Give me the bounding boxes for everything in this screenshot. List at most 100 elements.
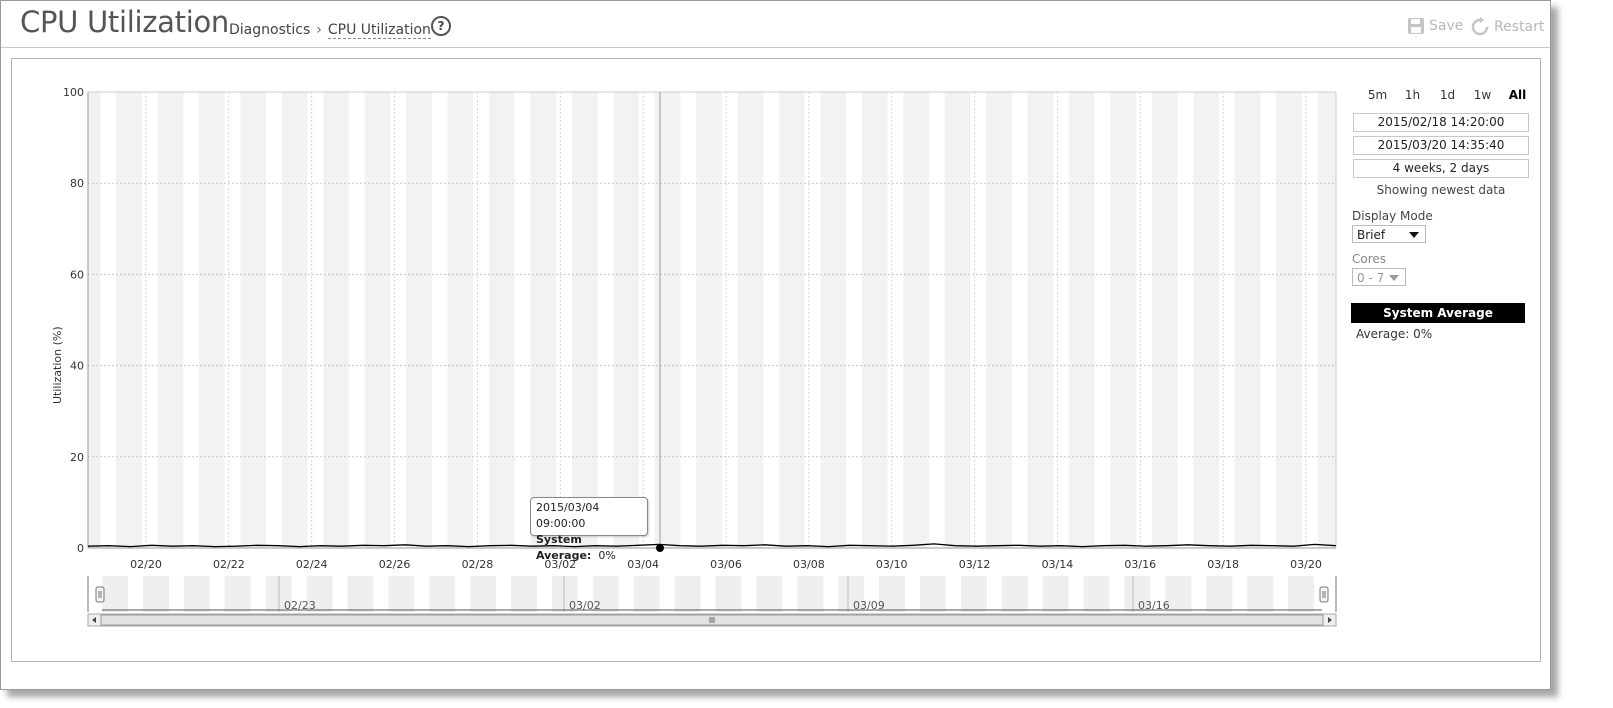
display-mode-value: Brief — [1357, 228, 1386, 242]
help-circle-icon[interactable]: ? — [431, 16, 451, 36]
restart-label: Restart — [1494, 19, 1545, 35]
navigator-day-band — [347, 576, 374, 612]
navigator-day-band — [429, 576, 456, 612]
day-band — [199, 92, 225, 548]
day-band — [820, 92, 847, 548]
navigator-day-band — [224, 576, 251, 612]
chart-panel: 0 20 40 60 80 100 02/20 02/22 02/24 02/26 02/28 03/… — [11, 58, 1541, 662]
showing-status: Showing newest data — [1376, 183, 1506, 197]
y-axis-label: Utilization (%) — [51, 326, 64, 404]
range-all[interactable]: All — [1500, 88, 1535, 102]
x-tick-label: 03/08 — [793, 558, 825, 571]
day-band — [1276, 92, 1302, 548]
day-band — [944, 92, 971, 548]
day-band — [88, 92, 101, 548]
highlight-point — [656, 544, 664, 552]
day-band — [1110, 92, 1137, 548]
breadcrumb: Diagnostics › CPU Utilization — [229, 22, 431, 39]
navigator-day-band — [1247, 576, 1274, 612]
day-band — [1234, 92, 1261, 548]
navigator-day-band — [633, 576, 660, 612]
day-band — [364, 92, 391, 548]
end-date-field[interactable]: 2015/03/20 14:35:40 — [1353, 136, 1529, 155]
x-tick-label: 03/12 — [959, 558, 991, 571]
navigator-day-band — [920, 576, 946, 612]
cpu-utilization-chart[interactable]: 0 20 40 60 80 100 02/20 02/22 02/24 02/26 02/28 03/… — [12, 59, 1352, 659]
navigator-day-band — [756, 576, 783, 612]
display-mode-select[interactable]: Brief — [1352, 225, 1426, 243]
breadcrumb-diagnostics[interactable]: Diagnostics — [229, 22, 310, 38]
navigator-day-band — [470, 576, 497, 612]
day-band — [1317, 92, 1336, 548]
y-tick-label: 60 — [70, 268, 84, 281]
navigator-day-band — [1206, 576, 1233, 612]
breadcrumb-cpu-utilization[interactable]: CPU Utilization — [327, 22, 431, 39]
range-1h[interactable]: 1h — [1395, 88, 1430, 102]
y-tick-label: 20 — [70, 451, 84, 464]
cores-label: Cores — [1352, 252, 1387, 266]
y-tick-label: 0 — [77, 542, 84, 555]
legend-system-average[interactable]: System Average — [1351, 303, 1525, 323]
navigator-day-band — [183, 576, 210, 612]
navigator-left-handle[interactable] — [95, 586, 105, 603]
navigator-day-band — [674, 576, 701, 612]
navigator-day-band — [715, 576, 742, 612]
restart-button[interactable]: Restart — [1470, 17, 1544, 37]
day-band — [903, 92, 929, 548]
start-date-field[interactable]: 2015/02/18 14:20:00 — [1353, 113, 1529, 132]
navigator-day-band — [797, 576, 824, 612]
day-band — [696, 92, 722, 548]
floppy-disk-icon — [1408, 18, 1424, 34]
y-tick-label: 100 — [63, 86, 84, 99]
x-tick-label: 03/20 — [1290, 558, 1322, 571]
day-band — [240, 92, 267, 548]
save-label: Save — [1429, 18, 1464, 34]
chart-tooltip: 2015/03/04 09:00:00 System Average: 0% — [530, 497, 648, 562]
page-title: CPU Utilization — [20, 5, 229, 39]
range-5m[interactable]: 5m — [1360, 88, 1395, 102]
range-1w[interactable]: 1w — [1465, 88, 1500, 102]
day-band — [1027, 92, 1054, 548]
day-band — [447, 92, 474, 548]
x-tick-label: 03/06 — [710, 558, 742, 571]
day-band — [1193, 92, 1219, 548]
chart-sidebar: 5m 1h 1d 1w All 2015/02/18 14:20:00 2015… — [1350, 59, 1540, 659]
navigator-right-handle[interactable] — [1319, 586, 1329, 603]
legend-average-value: Average: 0% — [1356, 327, 1433, 341]
breadcrumb-separator: › — [316, 22, 322, 38]
refresh-icon — [1471, 17, 1489, 36]
duration-field[interactable]: 4 weeks, 2 days — [1353, 159, 1529, 178]
display-mode-label: Display Mode — [1352, 209, 1433, 223]
navigator-day-band — [1083, 576, 1110, 612]
page-header: CPU Utilization Diagnostics › CPU Utilizat… — [1, 1, 1550, 48]
cores-select[interactable]: 0 - 7 — [1352, 268, 1406, 286]
chevron-down-icon — [1389, 275, 1399, 281]
day-band — [654, 92, 681, 548]
chevron-down-icon — [1409, 232, 1419, 238]
day-band — [571, 92, 598, 548]
range-selector: 5m 1h 1d 1w All — [1360, 88, 1535, 102]
day-band — [986, 92, 1012, 548]
day-band — [530, 92, 557, 548]
save-button[interactable]: Save — [1407, 17, 1463, 35]
day-band — [489, 92, 515, 548]
navigator-day-band — [511, 576, 537, 612]
day-band — [1151, 92, 1178, 548]
window-frame: CPU Utilization Diagnostics › CPU Utilizat… — [0, 0, 1551, 690]
day-band — [861, 92, 888, 548]
x-tick-label: 03/14 — [1042, 558, 1074, 571]
day-band — [281, 92, 308, 548]
day-band — [613, 92, 639, 548]
x-tick-label: 02/24 — [296, 558, 328, 571]
day-band — [157, 92, 184, 548]
cores-value: 0 - 7 — [1357, 271, 1385, 285]
tooltip-time: 2015/03/04 09:00:00 — [536, 501, 600, 530]
navigator-day-band — [1042, 576, 1069, 612]
x-tick-label: 03/16 — [1124, 558, 1156, 571]
x-tick-label: 03/10 — [876, 558, 908, 571]
day-band — [116, 92, 142, 548]
tooltip-series-label: System Average: — [536, 533, 592, 562]
x-tick-label: 02/20 — [130, 558, 162, 571]
day-band — [323, 92, 349, 548]
range-1d[interactable]: 1d — [1430, 88, 1465, 102]
